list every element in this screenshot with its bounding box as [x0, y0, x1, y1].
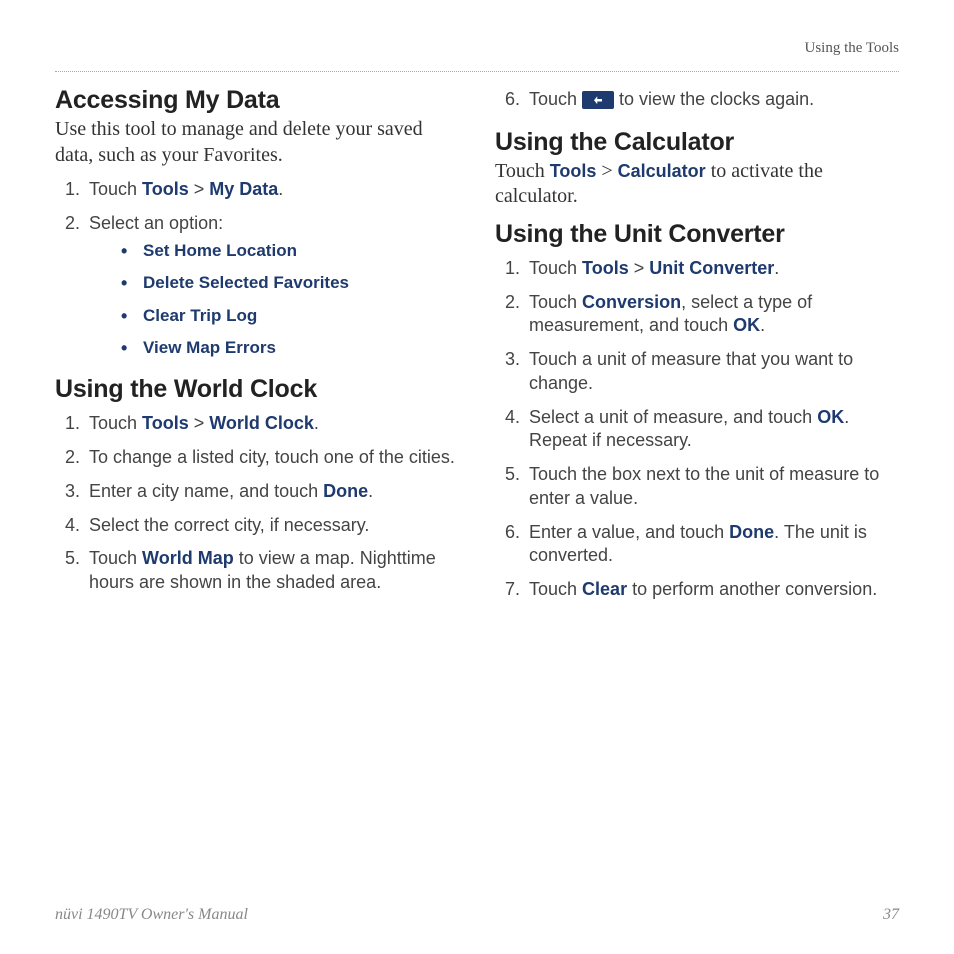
steps-accessing-my-data: Touch Tools > My Data. Select an option:…: [55, 178, 459, 359]
left-column: Accessing My Data Use this tool to manag…: [55, 80, 459, 618]
breadcrumb: Using the Tools: [55, 40, 899, 57]
list-item: Select the correct city, if necessary.: [85, 514, 459, 538]
heading-world-clock: Using the World Clock: [55, 375, 459, 404]
bullet-clear-trip-log: Clear Trip Log: [121, 305, 459, 327]
text: .: [278, 179, 283, 199]
text: Touch: [495, 160, 550, 182]
heading-calculator: Using the Calculator: [495, 128, 899, 157]
text: Touch: [529, 258, 582, 278]
text: Touch: [89, 548, 142, 568]
list-item: Touch Tools > World Clock.: [85, 412, 459, 436]
text: Touch: [89, 179, 142, 199]
text: Enter a value, and touch: [529, 522, 729, 542]
keyword-tools: Tools: [582, 258, 629, 278]
text: .: [368, 481, 373, 501]
keyword-world-clock: World Clock: [209, 413, 314, 433]
keyword-done: Done: [323, 481, 368, 501]
content-columns: Accessing My Data Use this tool to manag…: [55, 80, 899, 618]
text: to perform another conversion.: [627, 579, 877, 599]
keyword-calculator: Calculator: [618, 161, 706, 181]
page-footer: nüvi 1490TV Owner's Manual 37: [55, 906, 899, 924]
bullet-view-map-errors: View Map Errors: [121, 337, 459, 359]
text: Select an option:: [89, 213, 223, 233]
keyword-tools: Tools: [142, 179, 189, 199]
bullet-set-home: Set Home Location: [121, 240, 459, 262]
text: to view the clocks again.: [614, 89, 814, 109]
manual-page: Using the Tools Accessing My Data Use th…: [0, 0, 954, 954]
list-item: Touch to view the clocks again.: [525, 88, 899, 112]
text: >: [596, 160, 617, 182]
keyword-tools: Tools: [142, 413, 189, 433]
text: >: [189, 413, 210, 433]
keyword-ok: OK: [817, 407, 844, 427]
list-item: Touch the box next to the unit of measur…: [525, 463, 899, 511]
list-item: Touch Tools > My Data.: [85, 178, 459, 202]
intro-calculator: Touch Tools > Calculator to activate the…: [495, 159, 899, 210]
text: .: [774, 258, 779, 278]
list-item: Enter a value, and touch Done. The unit …: [525, 521, 899, 569]
list-item: Select a unit of measure, and touch OK. …: [525, 406, 899, 454]
list-item: Touch World Map to view a map. Nighttime…: [85, 547, 459, 595]
text: Select a unit of measure, and touch: [529, 407, 817, 427]
heading-unit-converter: Using the Unit Converter: [495, 220, 899, 249]
list-item: Touch Clear to perform another conversio…: [525, 578, 899, 602]
text: .: [314, 413, 319, 433]
list-item: Enter a city name, and touch Done.: [85, 480, 459, 504]
bullet-delete-favorites: Delete Selected Favorites: [121, 272, 459, 294]
intro-accessing-my-data: Use this tool to manage and delete your …: [55, 117, 459, 168]
keyword-clear: Clear: [582, 579, 627, 599]
text: Touch: [529, 89, 582, 109]
keyword-conversion: Conversion: [582, 292, 681, 312]
list-item: Touch Conversion, select a type of measu…: [525, 291, 899, 339]
heading-accessing-my-data: Accessing My Data: [55, 86, 459, 115]
text: >: [189, 179, 210, 199]
keyword-tools: Tools: [550, 161, 597, 181]
list-item: To change a listed city, touch one of th…: [85, 446, 459, 470]
right-column: Touch to view the clocks again. Using th…: [495, 80, 899, 618]
steps-world-clock-continued: Touch to view the clocks again.: [495, 88, 899, 112]
steps-unit-converter: Touch Tools > Unit Converter. Touch Conv…: [495, 257, 899, 602]
keyword-my-data: My Data: [209, 179, 278, 199]
list-item: Select an option: Set Home Location Dele…: [85, 212, 459, 360]
options-bullets: Set Home Location Delete Selected Favori…: [89, 240, 459, 360]
back-icon: [582, 91, 614, 109]
keyword-world-map: World Map: [142, 548, 234, 568]
text: Touch: [89, 413, 142, 433]
text: Touch: [529, 579, 582, 599]
footer-page-number: 37: [883, 906, 899, 924]
header-rule: [55, 71, 899, 72]
steps-world-clock: Touch Tools > World Clock. To change a l…: [55, 412, 459, 595]
text: Enter a city name, and touch: [89, 481, 323, 501]
text: >: [629, 258, 650, 278]
keyword-done: Done: [729, 522, 774, 542]
list-item: Touch Tools > Unit Converter.: [525, 257, 899, 281]
list-item: Touch a unit of measure that you want to…: [525, 348, 899, 396]
footer-manual-title: nüvi 1490TV Owner's Manual: [55, 906, 248, 924]
text: .: [760, 315, 765, 335]
keyword-ok: OK: [733, 315, 760, 335]
keyword-unit-converter: Unit Converter: [649, 258, 774, 278]
text: Touch: [529, 292, 582, 312]
